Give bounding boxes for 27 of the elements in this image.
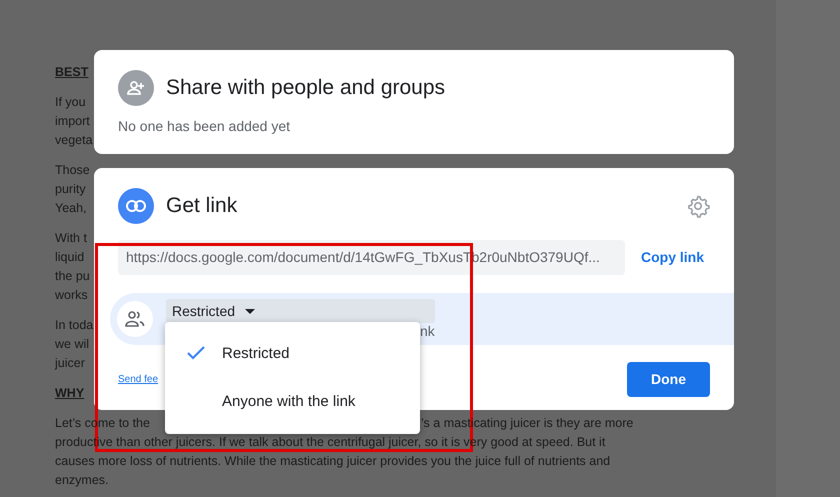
share-status: No one has been added yet <box>118 117 292 136</box>
document-text: purity <box>55 181 86 198</box>
link-title: Get link <box>166 193 238 220</box>
document-text: Yeah, <box>55 200 87 217</box>
document-text: If you <box>55 94 86 111</box>
done-button[interactable]: Done <box>627 362 710 397</box>
document-text: works <box>55 287 88 304</box>
access-description: nk <box>420 323 435 339</box>
document-text: juicer <box>55 355 85 372</box>
document-text: liquid <box>55 249 84 266</box>
share-title: Share with people and groups <box>166 75 446 102</box>
document-text: vegeta <box>55 132 93 149</box>
document-text: import <box>55 113 90 130</box>
copy-link-button[interactable]: Copy link <box>641 247 704 268</box>
menu-item[interactable]: Restricted <box>165 330 420 378</box>
document-text: Those <box>55 162 90 179</box>
document-text: enzymes. <box>55 472 108 489</box>
access-dropdown[interactable]: Restricted <box>166 299 435 323</box>
document-heading: BEST <box>55 64 88 81</box>
document-text: we wil <box>55 336 90 353</box>
document-text: the pu <box>55 268 90 285</box>
document-text: In toda <box>55 317 94 334</box>
document-text: With t <box>55 230 87 247</box>
document-text: causes more loss of nutrients. While the masticating juicer provides you the juice full of nutrients and <box>55 453 610 470</box>
feedback-link[interactable]: Send fee <box>118 372 158 387</box>
document-heading: WHY <box>55 385 84 402</box>
menu-item[interactable]: Anyone with the link <box>165 378 420 426</box>
